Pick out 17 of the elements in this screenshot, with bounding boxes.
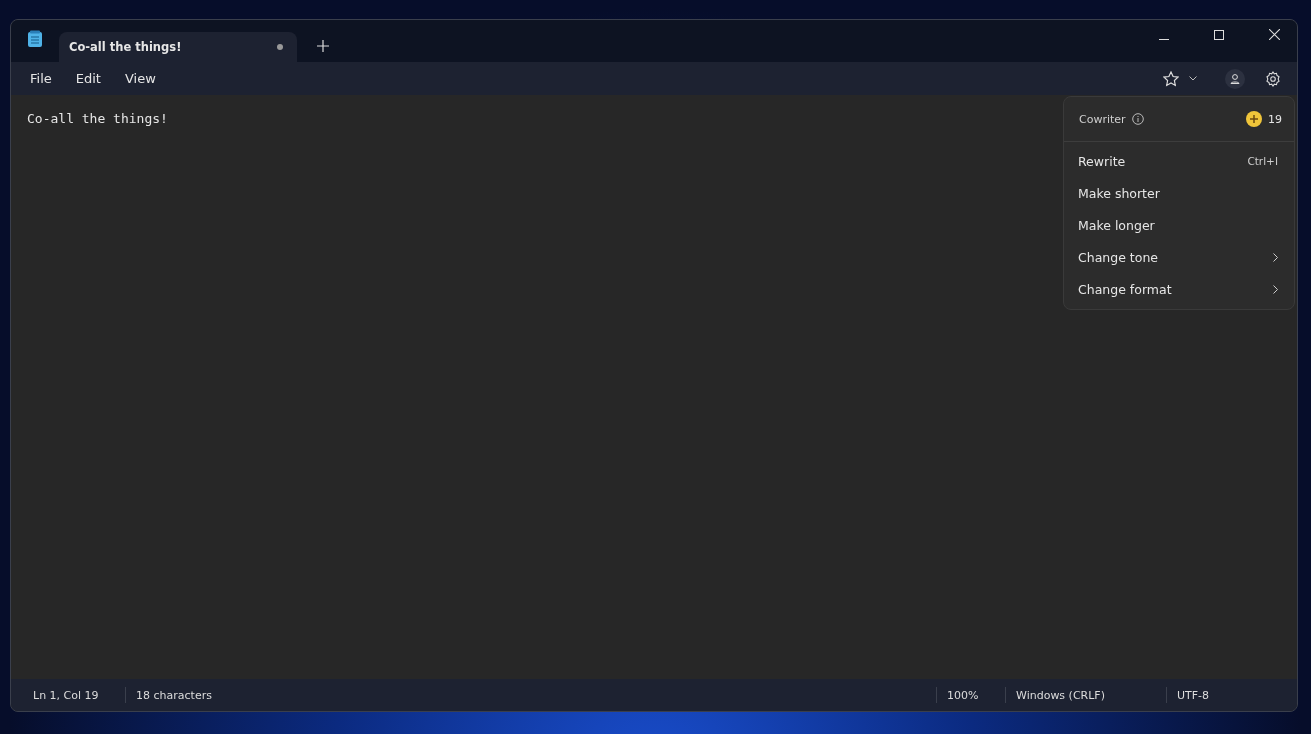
- menu-item[interactable]: Edit: [70, 71, 106, 86]
- character-count: 18 characters: [135, 688, 213, 702]
- line-ending[interactable]: Windows (CRLF): [1006, 688, 1166, 702]
- cowriter-title: Cowriter: [1079, 112, 1126, 126]
- menu-item[interactable]: View: [119, 71, 161, 86]
- encoding[interactable]: UTF-8: [1167, 688, 1297, 702]
- menu-option[interactable]: Make longer: [1064, 209, 1294, 241]
- cursor-position: Ln 1, Col 19: [32, 688, 100, 702]
- menu-option[interactable]: Change tone: [1064, 241, 1294, 273]
- menu-option[interactable]: Change format: [1064, 273, 1294, 305]
- editor-text: Co-all the things!: [27, 111, 168, 126]
- zoom-level[interactable]: 100%: [937, 688, 1005, 702]
- menu-item[interactable]: File: [25, 71, 57, 86]
- document-tab[interactable]: Co-all the things!: [59, 32, 297, 62]
- menu-option[interactable]: Rewrite Ctrl+I: [1064, 145, 1294, 177]
- credit-count: 19: [1268, 112, 1282, 126]
- menu-option[interactable]: Make shorter: [1064, 177, 1294, 209]
